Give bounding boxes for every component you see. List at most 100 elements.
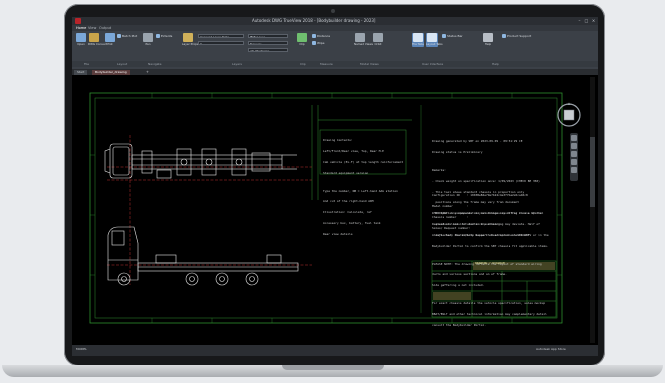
minimize-button[interactable]: – (577, 18, 582, 23)
visual-style-combo[interactable]: 2D Wireframe (248, 48, 288, 52)
file-tabs-button[interactable]: File Tabs (412, 33, 424, 47)
remark-line: Drawing generated by SBT on 2023-09-09 -… (432, 139, 523, 144)
truck-side-view (107, 226, 299, 286)
file-tabs-label: File Tabs (412, 42, 424, 46)
group-label: Measure (320, 62, 333, 66)
note-line: Drawing Contents: (323, 138, 353, 143)
note-line: Cab vehicle (Ex-F) at top length reinfor… (323, 159, 404, 164)
clip-label: Clip (299, 42, 305, 46)
layer-properties-label: Layer Properties (182, 42, 205, 46)
status-bar: MODEL Autodesk App Store (72, 345, 598, 356)
orbit-label: Orbit (374, 42, 382, 46)
wipe-button[interactable]: Wipe (312, 41, 324, 46)
warning-line: Always check the Vehicle Research Descri… (432, 232, 549, 237)
named-views-button[interactable]: Named Views (354, 33, 374, 47)
warning-line: Side gaffering a not included. (432, 283, 485, 288)
product-support-label: Product Support (507, 34, 532, 38)
remark-line: Drawing status is Preliminary (432, 149, 483, 154)
group-label: Layers (232, 62, 242, 66)
vertical-scrollbar[interactable] (590, 77, 595, 343)
dwg-convert-button[interactable]: DWG Convert (88, 33, 108, 47)
viewcube-icon[interactable] (556, 102, 582, 128)
warning-line: Request are not included in the drawing. (432, 221, 502, 226)
batch-plot-label: Batch Plot (122, 34, 138, 38)
layer-combo[interactable]: 0 (198, 41, 244, 45)
app-logo-icon[interactable] (75, 18, 81, 24)
note-line: Standard equipment version (323, 170, 369, 175)
note-line: Rear view details (323, 231, 353, 236)
warnings-text: IMPORTANT: Any component layout changes … (432, 205, 549, 334)
file-tabs-icon (413, 33, 423, 42)
pan-button[interactable]: Pan (142, 33, 154, 47)
showmotion-icon[interactable] (571, 167, 577, 173)
note-line: Accessory box, battery, fuel tank (323, 220, 381, 225)
pan-nav-icon[interactable] (571, 143, 577, 149)
maximize-button[interactable]: □ (584, 18, 589, 23)
pan-icon (143, 33, 153, 42)
drawing-canvas[interactable]: Drawing Contents: Left/Front/Rear view, … (72, 75, 598, 345)
note-line: Type the number, NB = Left-hand Adm stat… (323, 188, 398, 193)
group-label: Layout (117, 62, 128, 66)
zoom-icon (156, 34, 160, 38)
zoom-nav-icon[interactable] (571, 151, 577, 157)
wipe-label: Wipe (317, 41, 325, 45)
layout-tabs-label: Layout Tabs (426, 42, 443, 46)
scrollbar-thumb[interactable] (590, 137, 595, 207)
orbit-button[interactable]: Orbit (372, 33, 384, 47)
dwg-convert-label: DWG Convert (88, 42, 108, 46)
layer-properties-button[interactable]: Layer Properties (182, 33, 205, 47)
plot-icon (105, 33, 115, 42)
clip-button[interactable]: Clip (296, 33, 308, 47)
batch-plot-button[interactable]: Batch Plot (117, 34, 137, 39)
group-label: Navigate (148, 62, 162, 66)
group-label: File (84, 62, 90, 66)
distance-button[interactable]: Distance (312, 34, 330, 39)
warning-line: For exact chassis details the vehicle sp… (432, 301, 546, 306)
group-label: User Interface (422, 62, 444, 66)
screen: Autodesk DWG TrueView 2018 - [Bodybuilde… (72, 17, 598, 356)
status-bar-icon (442, 34, 446, 38)
close-button[interactable]: × (591, 18, 596, 23)
window-title: Autodesk DWG TrueView 2018 - [Bodybuilde… (252, 18, 376, 23)
camera-icon (331, 9, 335, 13)
layout-tabs-button[interactable]: Layout Tabs (426, 33, 443, 47)
layer-state-combo[interactable]: Unsaved Layer State (198, 34, 244, 38)
support-icon (502, 34, 506, 38)
plot-button[interactable]: Plot (104, 33, 116, 47)
plot-label: Plot (107, 42, 113, 46)
open-label: Open (77, 42, 85, 46)
help-icon (483, 33, 493, 42)
group-label: Clip (300, 62, 306, 66)
product-support-button[interactable]: Product Support (502, 34, 531, 39)
warning-line: IMPORTANT: Any component layout changes … (432, 211, 544, 216)
layout-tabs-icon (427, 33, 437, 42)
linetype-combo[interactable]: ByLayer (248, 41, 288, 45)
warning-line: ducts and various sections and an of fra… (432, 272, 507, 277)
open-icon (76, 33, 86, 42)
home-icon[interactable] (571, 135, 577, 141)
notes-box-text: Drawing Contents: Left/Front/Rear view, … (323, 132, 403, 243)
color-combo[interactable]: ■ ByLayer (248, 34, 288, 38)
extents-button[interactable]: Extents (156, 34, 172, 39)
open-button[interactable]: Open (75, 33, 87, 47)
note-line: Illustration: Calculate, ref (323, 210, 372, 215)
app-store-link[interactable]: Autodesk App Store (536, 347, 566, 351)
named-views-label: Named Views (354, 42, 374, 46)
status-bar-label: Status Bar (447, 34, 463, 38)
measure-icon (312, 34, 316, 38)
model-space-toggle[interactable]: MODEL (76, 347, 87, 351)
clip-icon (297, 33, 307, 42)
help-button[interactable]: Help (482, 33, 494, 47)
distance-label: Distance (317, 34, 331, 38)
orbit-nav-icon[interactable] (571, 159, 577, 165)
title-bar: Autodesk DWG TrueView 2018 - [Bodybuilde… (72, 17, 598, 25)
navigation-bar (570, 133, 578, 181)
help-label: Help (484, 42, 492, 46)
remark-line: - Check weight on specification once: 1/… (432, 178, 540, 183)
status-bar-toggle[interactable]: Status Bar (442, 34, 463, 39)
wipe-icon (312, 41, 316, 45)
warning-line: consult the Bodybuilder Portal. (432, 322, 486, 327)
batch-plot-icon (117, 34, 121, 38)
group-label: Model Views (360, 62, 379, 66)
convert-icon (89, 33, 99, 42)
